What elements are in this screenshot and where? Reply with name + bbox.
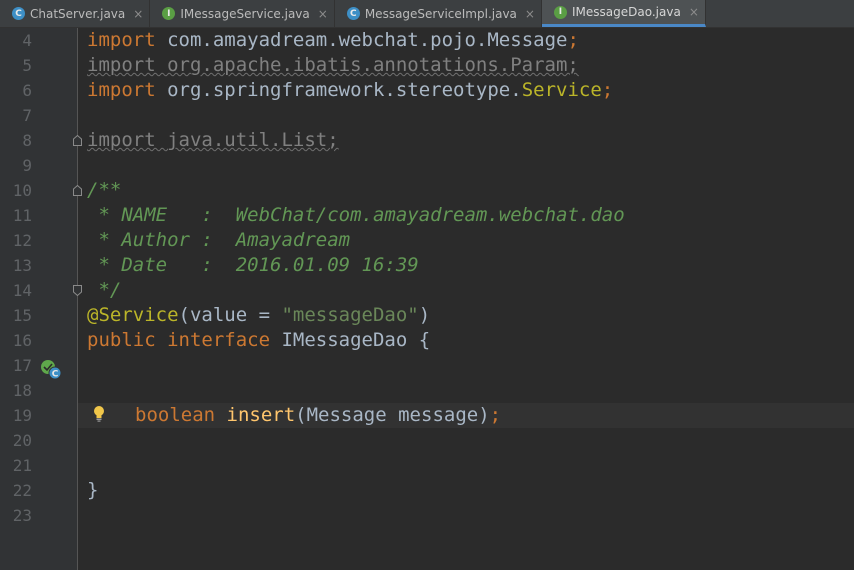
line-number: 20 <box>12 431 32 450</box>
line-number: 23 <box>12 506 32 525</box>
line-number-gutter[interactable]: 4 5 6 7 8 9 10 11 12 13 14 15 16 17 18 1… <box>0 28 82 570</box>
line-number: 7 <box>22 106 32 125</box>
code-line-12[interactable]: * Author : Amayadream <box>87 228 350 253</box>
close-icon[interactable]: × <box>689 5 699 19</box>
close-icon[interactable]: × <box>525 7 535 21</box>
class-icon: C <box>12 7 25 20</box>
code-line-6[interactable]: import org.springframework.stereotype.Se… <box>87 78 613 103</box>
line-number: 17 <box>12 356 32 375</box>
code-line-8[interactable]: import java.util.List; <box>87 128 339 153</box>
code-line-22[interactable]: } <box>87 478 98 503</box>
line-number: 18 <box>12 381 32 400</box>
line-number: 11 <box>12 206 32 225</box>
line-number: 21 <box>12 456 32 475</box>
code-line-13[interactable]: * Date : 2016.01.09 16:39 <box>87 253 418 278</box>
tab-label: MessageServiceImpl.java <box>364 6 517 21</box>
code-line-11[interactable]: * NAME : WebChat/com.amayadream.webchat.… <box>87 203 624 228</box>
tab-label: ChatServer.java <box>30 6 126 21</box>
line-number: 19 <box>12 406 32 425</box>
line-number: 10 <box>12 181 32 200</box>
line-number: 8 <box>22 131 32 150</box>
class-icon: C <box>346 7 360 20</box>
tab-imessageservice[interactable]: I IMessageService.java × <box>150 0 335 27</box>
tab-messageserviceimpl[interactable]: C MessageServiceImpl.java × <box>335 0 542 27</box>
line-number: 15 <box>12 306 32 325</box>
line-number: 6 <box>22 81 32 100</box>
line-number: 22 <box>12 481 32 500</box>
line-number: 4 <box>22 31 32 50</box>
code-line-16[interactable]: public interface IMessageDao { <box>87 328 430 353</box>
code-line-10[interactable]: /** <box>87 178 121 203</box>
editor-tab-bar: C ChatServer.java × I IMessageService.ja… <box>0 0 854 28</box>
code-line-19[interactable]: boolean insert(Message message); <box>135 403 501 428</box>
svg-text:C: C <box>52 370 59 380</box>
line-number: 13 <box>12 256 32 275</box>
tab-imessagedao[interactable]: I IMessageDao.java × <box>541 0 706 27</box>
implemented-interface-icon[interactable]: C <box>40 358 62 380</box>
close-icon[interactable]: × <box>318 7 328 21</box>
code-editor[interactable]: import com.amayadream.webchat.pojo.Messa… <box>78 28 854 570</box>
line-number: 14 <box>12 281 32 300</box>
line-number: 12 <box>12 231 32 250</box>
line-number: 16 <box>12 331 32 350</box>
close-icon[interactable]: × <box>133 7 143 21</box>
tab-chatserver[interactable]: C ChatServer.java × <box>0 0 151 27</box>
tab-label: IMessageService.java <box>180 6 310 21</box>
interface-icon: I <box>553 5 567 19</box>
code-line-4[interactable]: import com.amayadream.webchat.pojo.Messa… <box>87 28 579 53</box>
tab-label: IMessageDao.java <box>571 5 681 19</box>
code-line-5[interactable]: import org.apache.ibatis.annotations.Par… <box>87 53 579 78</box>
line-number: 5 <box>22 56 32 75</box>
code-line-14[interactable]: */ <box>87 278 121 303</box>
lightbulb-icon[interactable] <box>92 405 106 423</box>
code-line-15[interactable]: @Service(value = "messageDao") <box>87 303 430 328</box>
line-number: 9 <box>22 156 32 175</box>
interface-icon: I <box>162 7 176 20</box>
